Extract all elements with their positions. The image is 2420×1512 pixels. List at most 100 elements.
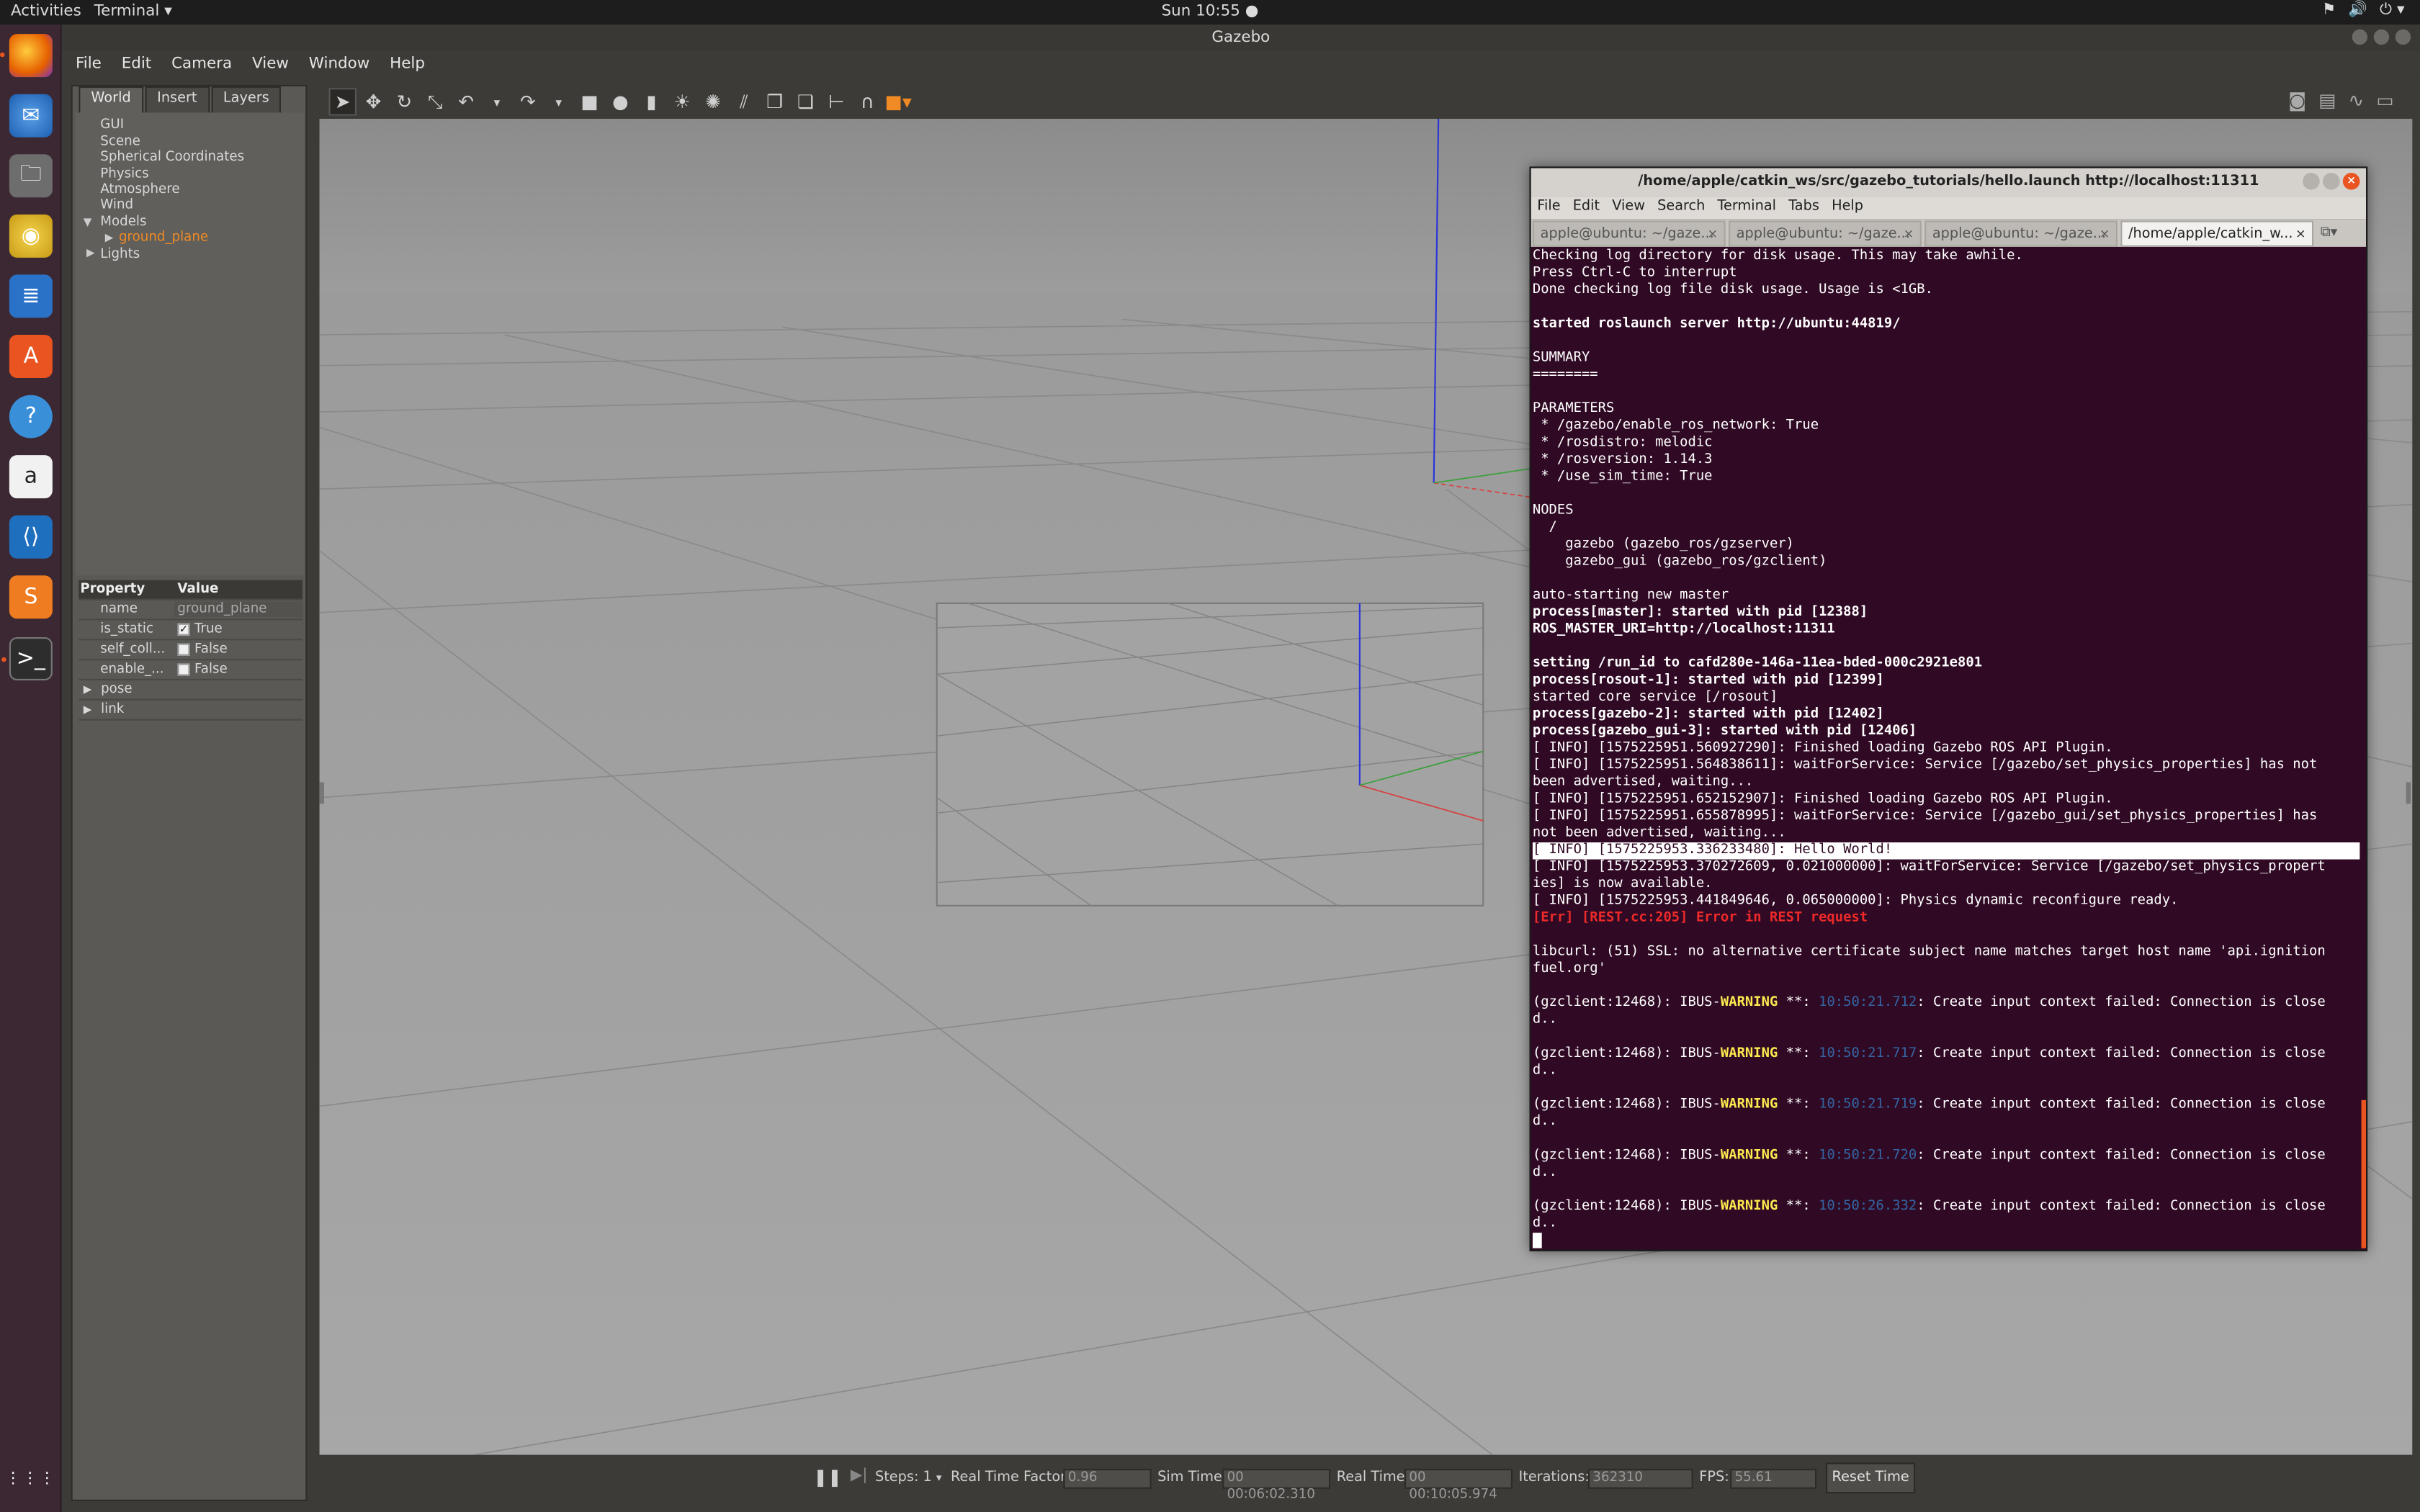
terminal-icon[interactable]: >_ <box>1 637 53 680</box>
volume-icon[interactable]: 🔊 <box>2348 1 2367 19</box>
undo-icon[interactable]: ↶ <box>452 88 480 116</box>
close-tab-icon[interactable]: × <box>2099 222 2110 246</box>
system-tray[interactable]: ⚑ 🔊 ⏻ ▾ <box>2322 1 2405 19</box>
translate-mode-icon[interactable]: ✥ <box>359 88 387 116</box>
tab-insert[interactable]: Insert <box>144 86 210 113</box>
terminal-menu-tabs[interactable]: Tabs <box>1788 196 1819 219</box>
amazon-icon[interactable]: a <box>9 455 53 499</box>
menu-help[interactable]: Help <box>390 51 425 79</box>
property-value[interactable]: ground_plane <box>174 601 302 618</box>
app-menu[interactable]: Terminal ▾ <box>94 3 172 20</box>
pause-icon[interactable]: ❚❚ <box>813 1467 842 1488</box>
log-icon[interactable]: ▤ <box>2318 89 2336 111</box>
property-group-link[interactable]: ▶ link <box>79 701 303 721</box>
tree-item-scene[interactable]: Scene <box>100 134 140 149</box>
sphere-shape-icon[interactable]: ● <box>606 88 635 116</box>
firefox-icon[interactable] <box>0 34 53 78</box>
tree-item-ground-plane[interactable]: ground_plane <box>119 230 208 245</box>
align-icon[interactable]: ⊢ <box>823 88 851 116</box>
terminal-tab-active[interactable]: /home/apple/catkin_w... × <box>2120 220 2314 247</box>
close-icon[interactable]: × <box>2342 173 2360 190</box>
thunderbird-icon[interactable]: ✉ <box>9 94 53 138</box>
menu-window[interactable]: Window <box>309 51 370 79</box>
vscode-icon[interactable]: ⟨⟩ <box>9 515 53 559</box>
directional-light-icon[interactable]: ⫽ <box>730 88 758 116</box>
select-mode-icon[interactable]: ➤ <box>328 88 357 116</box>
window-controls[interactable] <box>2352 29 2411 45</box>
tree-item-models[interactable]: Models <box>100 215 146 230</box>
tab-layers[interactable]: Layers <box>210 86 282 113</box>
video-record-icon[interactable]: ▭ <box>2376 89 2393 111</box>
terminal-tab[interactable]: apple@ubuntu: ~/gaze... × <box>1729 220 1922 247</box>
redo-icon[interactable]: ↷ <box>514 88 542 116</box>
expand-right-icon[interactable]: ▶ <box>105 231 114 243</box>
network-icon[interactable]: ⚑ <box>2322 1 2336 19</box>
terminal-menu-search[interactable]: Search <box>1657 196 1705 219</box>
paste-icon[interactable]: ❏ <box>792 88 820 116</box>
software-icon[interactable]: A <box>9 335 53 378</box>
step-icon[interactable]: ▶| <box>851 1467 868 1485</box>
spinner-arrow-icon[interactable]: ▾ <box>936 1472 942 1484</box>
tree-item-wind[interactable]: Wind <box>100 197 133 212</box>
maximize-icon[interactable] <box>2373 29 2390 45</box>
close-tab-icon[interactable]: × <box>1904 222 1914 246</box>
copy-icon[interactable]: ❐ <box>761 88 789 116</box>
menu-edit[interactable]: Edit <box>122 51 152 79</box>
close-tab-icon[interactable]: × <box>2295 222 2305 246</box>
spot-light-icon[interactable]: ✺ <box>699 88 727 116</box>
screenshot-icon[interactable]: ◙ <box>2288 89 2306 111</box>
panel-splitter-right[interactable] <box>2406 782 2411 804</box>
help-icon[interactable]: ? <box>9 395 53 438</box>
undo-history-icon[interactable]: ▾ <box>483 88 511 116</box>
point-light-icon[interactable]: ☀ <box>668 88 696 116</box>
tree-item-atmosphere[interactable]: Atmosphere <box>100 182 179 197</box>
expand-right-icon[interactable]: ▶ <box>86 247 95 259</box>
close-tab-icon[interactable]: × <box>1708 222 1718 246</box>
files-icon[interactable]: 🗀 <box>9 154 53 198</box>
checkbox-icon[interactable] <box>177 643 190 656</box>
menu-view[interactable]: View <box>252 51 289 79</box>
checkbox-icon[interactable] <box>177 663 190 676</box>
tree-item-lights[interactable]: Lights <box>100 247 140 262</box>
expand-right-icon[interactable]: ▶ <box>84 683 92 696</box>
expand-down-icon[interactable]: ▼ <box>84 216 92 228</box>
tree-item-gui[interactable]: GUI <box>100 117 124 132</box>
redo-history-icon[interactable]: ▾ <box>544 88 573 116</box>
minimize-icon[interactable] <box>2303 173 2320 190</box>
terminal-menu-help[interactable]: Help <box>1832 196 1863 219</box>
activities-button[interactable]: Activities <box>11 3 81 20</box>
terminal-menu-file[interactable]: File <box>1537 196 1560 219</box>
panel-splitter[interactable] <box>319 782 324 804</box>
tree-item-spherical[interactable]: Spherical Coordinates <box>100 150 244 165</box>
property-row[interactable]: name ground_plane <box>79 600 303 621</box>
terminal-window[interactable]: /home/apple/catkin_ws/src/gazebo_tutoria… <box>1529 166 2368 1251</box>
clock[interactable]: Sun 10:55 ● <box>1162 3 1259 20</box>
property-row[interactable]: self_coll... False <box>79 640 303 661</box>
show-apps-icon[interactable]: ⋮⋮⋮ <box>6 1457 55 1500</box>
close-icon[interactable] <box>2395 29 2411 45</box>
terminal-output[interactable]: Checking log directory for disk usage. T… <box>1532 248 2360 1251</box>
power-icon[interactable]: ⏻ ▾ <box>2380 1 2405 19</box>
property-group-pose[interactable]: ▶ pose <box>79 680 303 701</box>
terminal-tab[interactable]: apple@ubuntu: ~/gaze... × <box>1924 220 2118 247</box>
reset-time-button[interactable]: Reset Time <box>1826 1462 1916 1494</box>
rhythmbox-icon[interactable]: ◉ <box>9 214 53 258</box>
snap-icon[interactable]: ∩ <box>853 88 882 116</box>
tab-world[interactable]: World <box>79 86 143 113</box>
terminal-titlebar[interactable]: /home/apple/catkin_ws/src/gazebo_tutoria… <box>1531 168 2366 197</box>
rotate-mode-icon[interactable]: ↻ <box>390 88 418 116</box>
menu-file[interactable]: File <box>76 51 102 79</box>
change-view-icon[interactable]: ■▾ <box>884 88 913 116</box>
writer-icon[interactable]: ≣ <box>9 274 53 318</box>
steps-spinner[interactable]: 1 ▾ <box>923 1470 941 1485</box>
sublime-icon[interactable]: S <box>9 575 53 619</box>
terminal-menu-view[interactable]: View <box>1612 196 1645 219</box>
expand-right-icon[interactable]: ▶ <box>84 703 92 716</box>
box-shape-icon[interactable]: ■ <box>575 88 604 116</box>
terminal-window-controls[interactable]: × <box>2303 173 2360 190</box>
new-tab-icon[interactable]: ⧉▾ <box>2316 220 2341 246</box>
gazebo-titlebar[interactable]: Gazebo <box>61 24 2420 51</box>
cylinder-shape-icon[interactable]: ▮ <box>637 88 666 116</box>
property-row[interactable]: enable_... False <box>79 660 303 680</box>
minimize-icon[interactable] <box>2352 29 2368 45</box>
